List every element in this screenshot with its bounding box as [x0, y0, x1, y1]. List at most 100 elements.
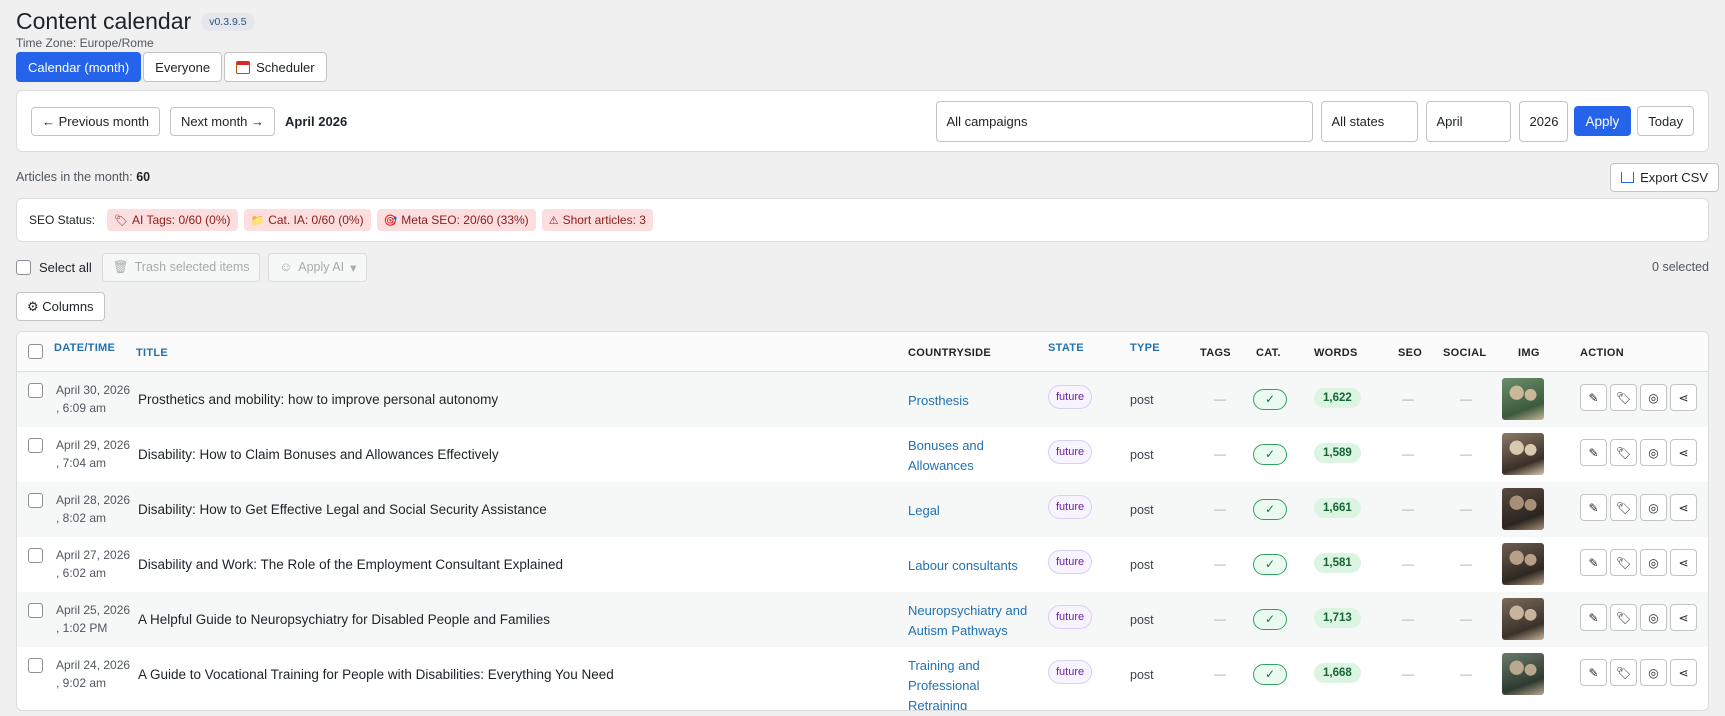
tag-icon[interactable]: 🏷 [1610, 384, 1637, 411]
row-seo: — [1402, 392, 1414, 406]
row-checkbox[interactable] [28, 438, 43, 453]
tag-icon[interactable]: 🏷 [1610, 659, 1637, 686]
export-csv-button[interactable]: Export CSV [1610, 162, 1719, 192]
share-icon[interactable]: ⋖ [1670, 659, 1697, 686]
share-icon[interactable]: ⋖ [1670, 384, 1697, 411]
share-icon[interactable]: ⋖ [1670, 439, 1697, 466]
state-badge: future [1048, 385, 1093, 409]
column-img: IMG [1518, 347, 1540, 359]
share-icon[interactable]: ⋖ [1670, 604, 1697, 631]
seo-icon[interactable]: ◎ [1640, 604, 1667, 631]
select-all-checkbox[interactable] [16, 259, 31, 275]
view-tabs: Calendar (month) Everyone Scheduler [16, 52, 1709, 82]
year-select[interactable]: 2026 [1518, 100, 1568, 142]
export-icon [1621, 171, 1635, 183]
category-check-badge: ✓ [1253, 554, 1287, 575]
row-date: April 25, 2026 [56, 603, 131, 617]
page-header: Content calendar v0.3.9.5 Time Zone: Eur… [16, 0, 1709, 82]
chip-text: Cat. IA: 0/60 (0%) [268, 213, 364, 227]
row-checkbox[interactable] [28, 658, 43, 673]
tag-icon[interactable]: 🏷 [1610, 604, 1637, 631]
row-social: — [1460, 447, 1472, 461]
row-title[interactable]: A Guide to Vocational Training for Peopl… [138, 667, 614, 682]
edit-icon[interactable]: ✎ [1580, 439, 1607, 466]
bulk-actions: Select all 🗑 Trash selected items ☺ Apply … [16, 252, 1709, 282]
tag-icon[interactable]: 🏷 [1610, 439, 1637, 466]
word-count-badge: 1,581 [1314, 553, 1361, 573]
tag-icon[interactable]: 🏷 [1610, 549, 1637, 576]
row-category-link[interactable]: Neuropsychiatry and Autism Pathways [908, 601, 1038, 641]
today-button[interactable]: Today [1637, 106, 1694, 136]
trash-selected-button[interactable]: 🗑 Trash selected items [101, 252, 261, 282]
edit-icon[interactable]: ✎ [1580, 384, 1607, 411]
row-datetime: April 30, 2026 , 6:09 am [56, 381, 130, 417]
featured-image-thumbnail[interactable] [1502, 598, 1544, 640]
column-title[interactable]: TITLE [136, 347, 168, 359]
row-title[interactable]: Disability: How to Get Effective Legal a… [138, 502, 547, 517]
featured-image-thumbnail[interactable] [1502, 488, 1544, 530]
column-type[interactable]: TYPE [1130, 342, 1160, 354]
edit-icon[interactable]: ✎ [1580, 549, 1607, 576]
category-check-badge: ✓ [1253, 444, 1287, 465]
featured-image-thumbnail[interactable] [1502, 378, 1544, 420]
row-time: , 8:02 am [56, 511, 107, 525]
tab-scheduler[interactable]: Scheduler [224, 52, 327, 82]
state-badge: future [1048, 605, 1093, 629]
row-category-link[interactable]: Training and Professional Retraining [908, 656, 1038, 710]
page-title: Content calendar [16, 8, 192, 34]
row-title[interactable]: Disability: How to Claim Bonuses and All… [138, 447, 499, 462]
trash-icon: 🗑 [112, 259, 129, 274]
export-label: Export CSV [1640, 169, 1708, 185]
row-title[interactable]: Disability and Work: The Role of the Emp… [138, 557, 563, 572]
edit-icon[interactable]: ✎ [1580, 494, 1607, 521]
featured-image-thumbnail[interactable] [1502, 433, 1544, 475]
row-category-link[interactable]: Legal [908, 501, 1038, 521]
share-icon[interactable]: ⋖ [1670, 549, 1697, 576]
column-date[interactable]: DATE/TIME [54, 342, 115, 354]
row-actions: ✎ 🏷 ◎ ⋖ [1580, 659, 1697, 686]
row-checkbox[interactable] [28, 548, 43, 563]
tab-everyone[interactable]: Everyone [143, 52, 223, 82]
column-social: SOCIAL [1443, 347, 1487, 359]
row-datetime: April 27, 2026 , 6:02 am [56, 546, 130, 582]
state-select[interactable]: All states [1320, 100, 1418, 142]
apply-button[interactable]: Apply [1573, 106, 1632, 136]
row-type: post [1130, 613, 1154, 627]
row-title[interactable]: Prosthetics and mobility: how to improve… [138, 392, 498, 407]
seo-icon[interactable]: ◎ [1640, 494, 1667, 521]
seo-icon[interactable]: ◎ [1640, 384, 1667, 411]
row-checkbox[interactable] [28, 493, 43, 508]
share-icon[interactable]: ⋖ [1670, 494, 1697, 521]
previous-month-button[interactable]: ← Previous month [31, 106, 160, 136]
seo-icon[interactable]: ◎ [1640, 659, 1667, 686]
row-social: — [1460, 612, 1472, 626]
tag-icon: 🏷 [114, 214, 128, 227]
tab-calendar-month[interactable]: Calendar (month) [16, 52, 142, 82]
row-time: , 7:04 am [56, 456, 107, 470]
edit-icon[interactable]: ✎ [1580, 659, 1607, 686]
table-row: April 28, 2026 , 8:02 am Disability: How t… [17, 482, 1708, 537]
row-seo: — [1402, 447, 1414, 461]
select-all-label: Select all [39, 259, 92, 275]
campaign-select[interactable]: All campaigns [935, 100, 1313, 142]
seo-icon[interactable]: ◎ [1640, 549, 1667, 576]
header-checkbox[interactable] [28, 344, 43, 359]
seo-icon[interactable]: ◎ [1640, 439, 1667, 466]
edit-icon[interactable]: ✎ [1580, 604, 1607, 631]
row-checkbox[interactable] [28, 603, 43, 618]
row-checkbox[interactable] [28, 383, 43, 398]
next-month-button[interactable]: Next month → [169, 106, 276, 136]
row-category-link[interactable]: Labour consultants [908, 556, 1038, 576]
featured-image-thumbnail[interactable] [1502, 543, 1544, 585]
selected-count: 0 selected [1652, 260, 1709, 274]
row-actions: ✎ 🏷 ◎ ⋖ [1580, 439, 1697, 466]
tag-icon[interactable]: 🏷 [1610, 494, 1637, 521]
columns-button[interactable]: ⚙ Columns [16, 292, 105, 321]
month-select[interactable]: April [1425, 100, 1511, 142]
featured-image-thumbnail[interactable] [1502, 653, 1544, 695]
row-category-link[interactable]: Prosthesis [908, 391, 1038, 411]
row-title[interactable]: A Helpful Guide to Neuropsychiatry for D… [138, 612, 550, 627]
row-category-link[interactable]: Bonuses and Allowances [908, 436, 1038, 476]
apply-ai-button[interactable]: ☺ Apply AI ▾ [268, 252, 368, 282]
column-state[interactable]: STATE [1048, 342, 1084, 354]
